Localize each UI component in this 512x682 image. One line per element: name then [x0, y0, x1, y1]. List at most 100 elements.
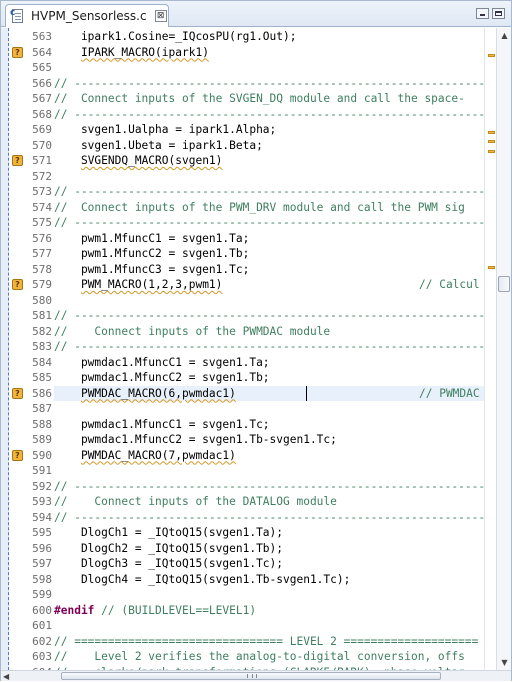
maximize-icon[interactable]: [492, 8, 505, 19]
gutter-line: 583: [10, 339, 54, 354]
code-line: // -------------------------------------…: [54, 479, 484, 493]
line-number: 563: [32, 30, 52, 43]
scroll-up-icon[interactable]: ▲: [497, 28, 511, 43]
overview-warning-mark[interactable]: [488, 130, 495, 134]
code-line: // Level 2 verifies the analog-to-digita…: [54, 650, 465, 663]
scroll-left-icon[interactable]: ◀: [3, 671, 9, 682]
line-number: 581: [32, 309, 52, 322]
line-number: 599: [32, 588, 52, 601]
line-number: 566: [32, 76, 52, 90]
gutter-line: 599: [10, 587, 54, 602]
overview-warning-mark[interactable]: [488, 149, 495, 153]
overview-warning-mark[interactable]: [488, 265, 495, 269]
line-number: 569: [32, 123, 52, 136]
line-number: 580: [32, 293, 52, 307]
vertical-scroll-thumb[interactable]: [498, 276, 510, 292]
gutter-line: 589: [10, 432, 54, 447]
overview-warning-mark[interactable]: [488, 140, 495, 144]
line-number: 593: [32, 495, 52, 508]
line-number: 583: [32, 340, 52, 353]
code-line: // -------------------------------------…: [54, 185, 484, 198]
gutter-line: 594: [10, 510, 54, 525]
annotation-ruler: [1, 28, 9, 670]
warning-marker-icon[interactable]: ?: [12, 387, 23, 399]
line-number: 594: [32, 510, 52, 524]
code-line: DlogCh1 = _IQtoQ15(svgen1.Ta);: [54, 526, 284, 539]
scroll-down-icon[interactable]: ▼: [497, 655, 511, 670]
gutter-line: 569: [10, 122, 54, 137]
code-line: pwmdac1.MfuncC1 = svgen1.Ta;: [54, 355, 270, 369]
gutter-line: 593: [10, 494, 54, 509]
overview-warning-mark[interactable]: [488, 53, 495, 57]
code-editor[interactable]: 563? 564 565 566 567 568 569 570? 571 572 573 574 57…: [1, 28, 511, 670]
code-line: pwmdac1.MfuncC2 = svgen1.Tb-svgen1.Tc;: [54, 433, 337, 446]
warning-marker-icon[interactable]: ?: [12, 46, 23, 58]
line-number: 571: [32, 154, 52, 167]
warning-marker-icon[interactable]: ?: [12, 155, 23, 166]
horizontal-scrollbar[interactable]: ◀: [1, 670, 511, 681]
line-number: 603: [32, 650, 52, 663]
code-line: svgen1.Ualpha = ipark1.Alpha;: [54, 123, 277, 136]
warning-marker-icon[interactable]: ?: [12, 449, 23, 461]
grip-icon: [247, 674, 257, 678]
gutter-line: 584: [10, 355, 54, 370]
code-line: // -------------------------------------…: [54, 309, 484, 322]
line-number: 572: [32, 169, 52, 183]
code-line: pwm1.MfuncC2 = svgen1.Tb;: [54, 247, 250, 260]
minimize-icon[interactable]: [476, 8, 489, 19]
gutter-line: 580: [10, 293, 54, 308]
gutter-line: ? 564: [10, 45, 54, 60]
gutter-line: 578: [10, 262, 54, 277]
code-line: // -------------------------------------…: [54, 510, 484, 524]
code-line: // -------------------------------------…: [54, 107, 484, 121]
line-number: 578: [32, 262, 52, 276]
line-number: 602: [32, 634, 52, 648]
line-number: 579: [32, 278, 52, 291]
gutter-line: ? 586: [10, 386, 54, 401]
code-line: IPARK_MACRO(ipark1): [80, 45, 209, 59]
code-line: // -------------------------------------…: [54, 216, 484, 229]
code-line: // -------------------------------------…: [54, 76, 484, 90]
code-line: PWMDAC_MACRO(6,pwmdac1): [80, 386, 236, 400]
gutter-line: 563: [10, 29, 54, 44]
code-line: ipark1.Cosine=_IQcosPU(rg1.Out);: [54, 30, 297, 43]
gutter-line: 600: [10, 603, 54, 618]
gutter-line: 567: [10, 91, 54, 106]
window-controls: [476, 8, 505, 19]
tab-hvpm-sensorless[interactable]: c HVPM_Sensorless.c ⊠: [5, 4, 169, 27]
gutter-line: 566: [10, 76, 54, 91]
line-number: 582: [32, 324, 52, 338]
code-line: // =============================== LEVEL…: [54, 634, 479, 648]
line-number: 568: [32, 107, 52, 121]
gutter-line: 574: [10, 200, 54, 215]
line-number: 600: [32, 603, 52, 617]
line-number: 574: [32, 200, 52, 214]
line-number: 596: [32, 541, 52, 555]
vertical-scrollbar[interactable]: ▲ ▼: [496, 28, 511, 670]
line-number: 597: [32, 557, 52, 570]
code-line: svgen1.Ubeta = ipark1.Beta;: [54, 138, 263, 152]
code-line: DlogCh4 = _IQtoQ15(svgen1.Tb-svgen1.Tc);: [54, 572, 351, 586]
gutter-line: 588: [10, 417, 54, 432]
gutter-line: 602: [10, 634, 54, 649]
code-line: SVGENDQ_MACRO(svgen1): [80, 154, 223, 167]
gutter-line: 601: [10, 618, 54, 633]
gutter-line: 570: [10, 138, 54, 153]
warning-marker-icon[interactable]: ?: [12, 279, 23, 290]
gutter-line: 572: [10, 169, 54, 184]
close-icon[interactable]: ⊠: [154, 10, 167, 22]
line-number: 588: [32, 417, 52, 431]
line-number: 565: [32, 61, 52, 74]
line-number: 585: [32, 371, 52, 384]
overview-ruler[interactable]: [484, 28, 496, 670]
code-line: DlogCh3 = _IQtoQ15(svgen1.Tc);: [54, 557, 284, 570]
code-line: pwmdac1.MfuncC2 = svgen1.Tb;: [54, 371, 270, 384]
code-line: pwm1.MfuncC1 = svgen1.Ta;: [54, 231, 250, 245]
gutter-line: 591: [10, 463, 54, 478]
trailing-comment: // Calcul: [419, 278, 480, 291]
code-line: // Connect inputs of the PWM_DRV module …: [54, 200, 465, 214]
horizontal-scroll-thumb[interactable]: [61, 672, 441, 680]
code-text-area[interactable]: ipark1.Cosine=_IQcosPU(rg1.Out); IPARK_M…: [54, 28, 484, 670]
code-line: DlogCh2 = _IQtoQ15(svgen1.Tb);: [54, 541, 284, 555]
gutter-line: 603: [10, 649, 54, 664]
